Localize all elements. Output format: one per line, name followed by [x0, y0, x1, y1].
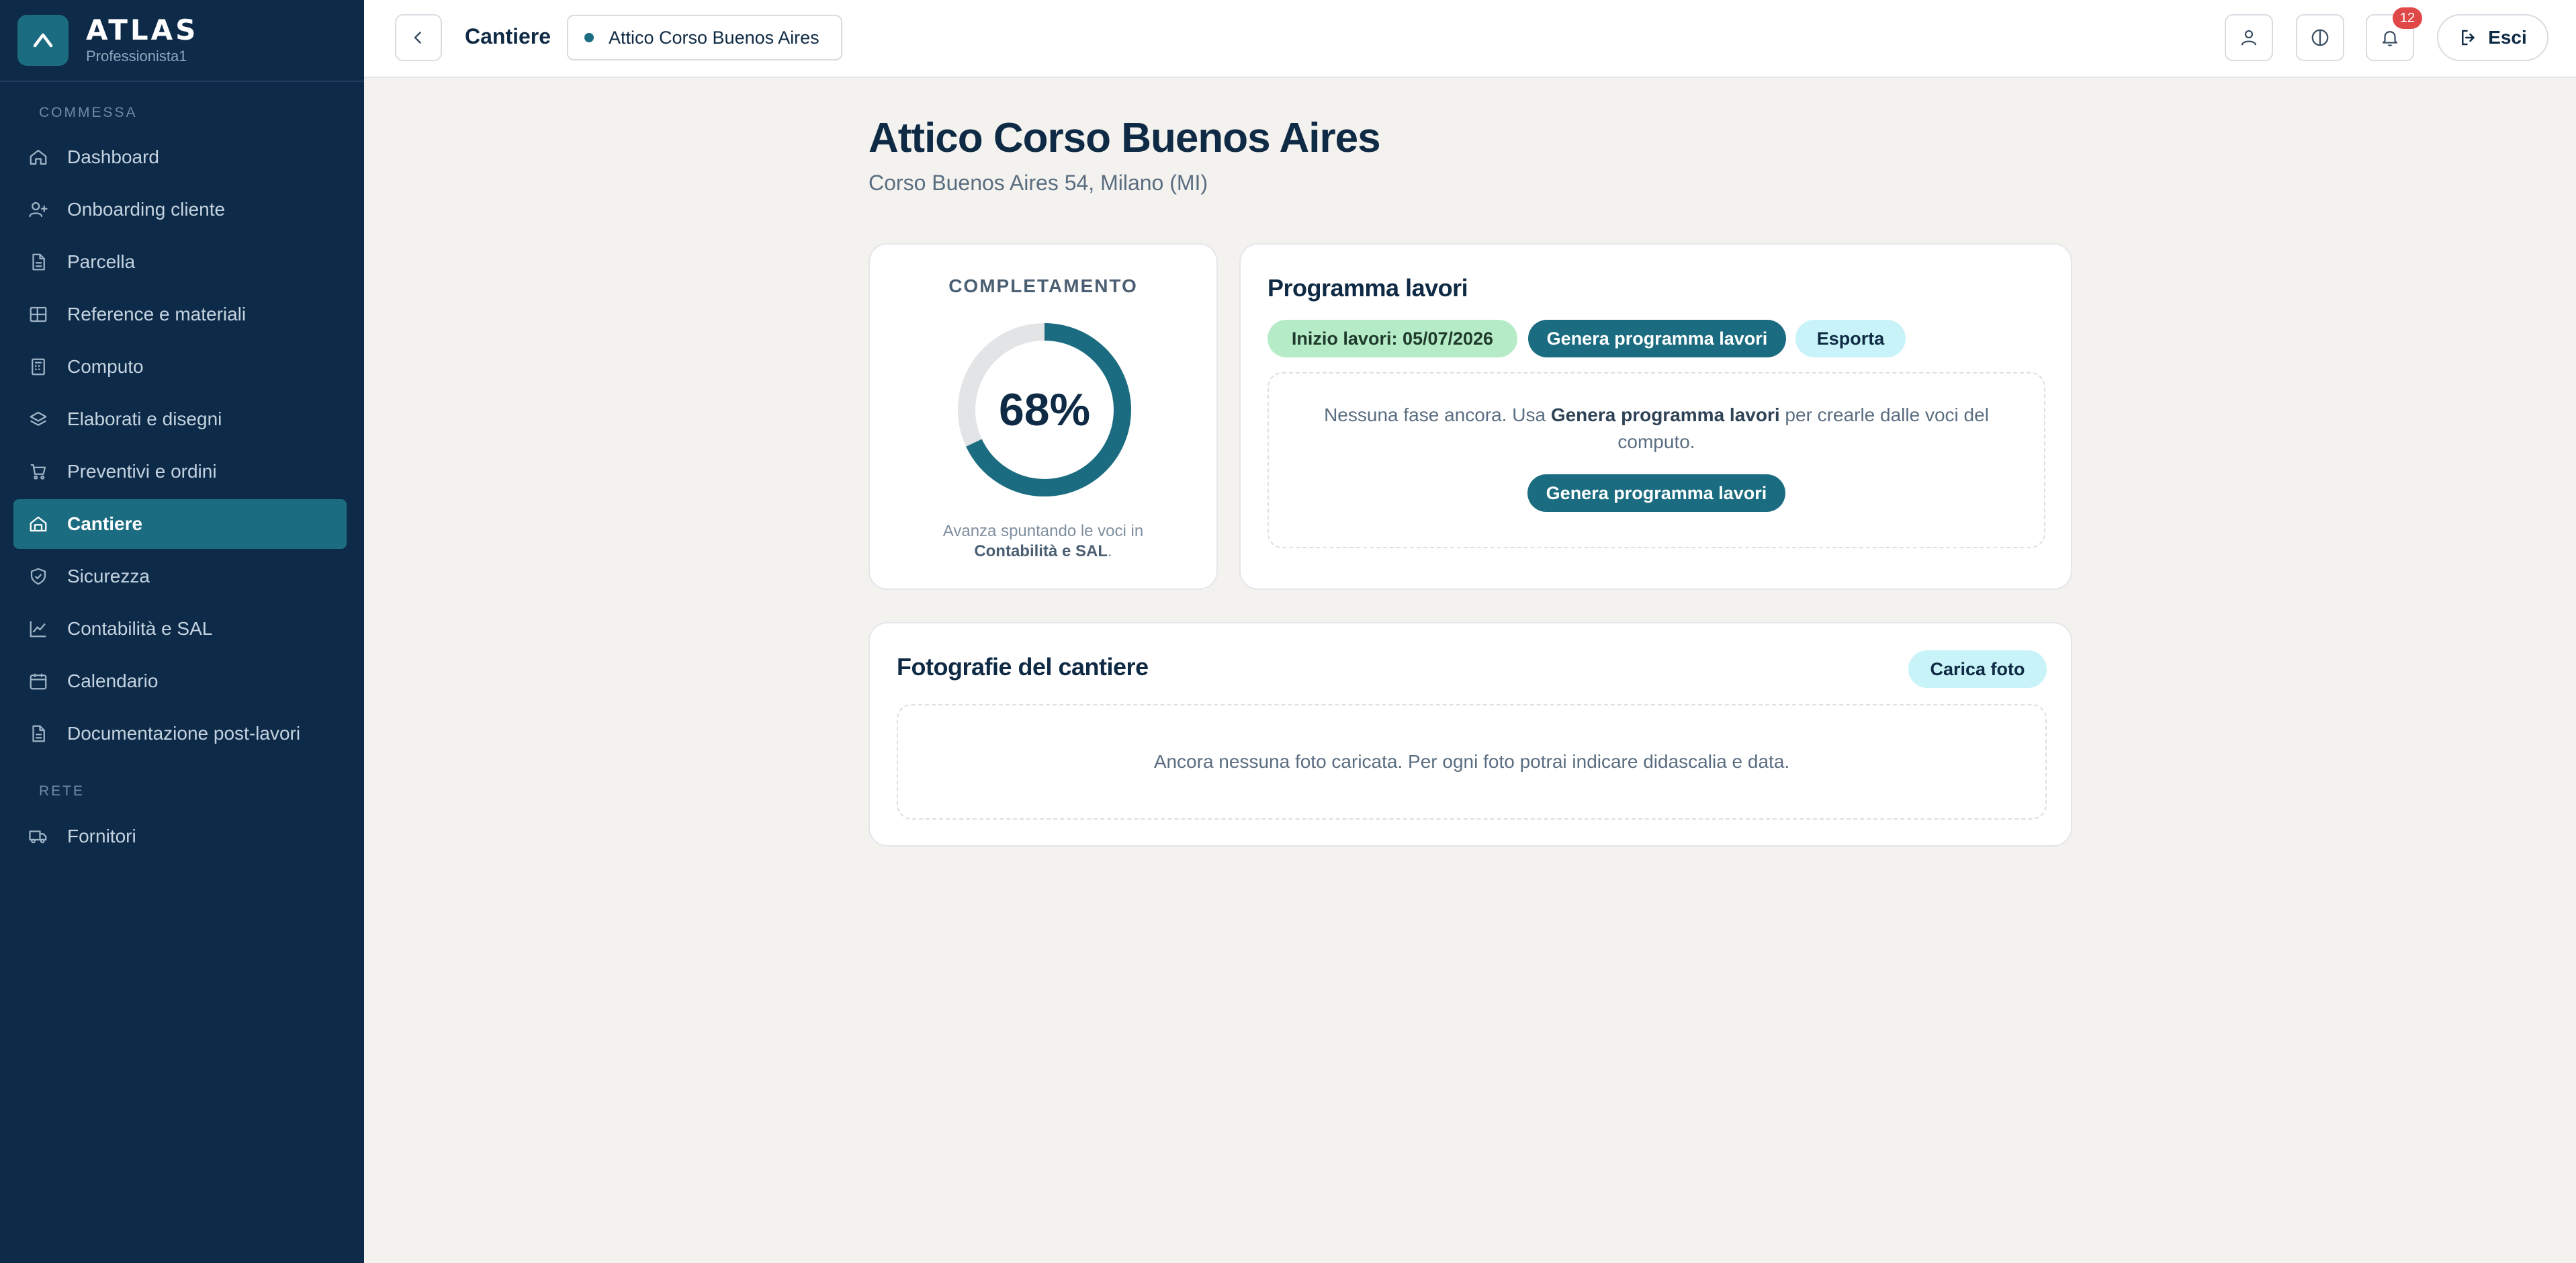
program-card: Programma lavori Inizio lavori: 05/07/20… — [1239, 243, 2072, 590]
photos-empty-state: Ancora nessuna foto caricata. Per ogni f… — [897, 704, 2047, 820]
sidebar-item-label: Calendario — [67, 670, 159, 691]
project-chip-label: Attico Corso Buenos Aires — [609, 27, 819, 48]
program-title: Programma lavori — [1268, 274, 1468, 302]
generate-program-button[interactable]: Genera programma lavori — [1528, 320, 1786, 357]
profile-button[interactable] — [2225, 14, 2273, 61]
completion-note: Avanza spuntando le voci in Contabilità … — [870, 521, 1216, 562]
sidebar-item-label: Onboarding cliente — [67, 199, 226, 220]
sidebar-item-elaborati[interactable]: Elaborati e disegni — [13, 394, 347, 444]
user-icon — [2241, 30, 2257, 46]
sidebar-item-computo[interactable]: Computo — [13, 342, 347, 392]
export-button[interactable]: Esporta — [1795, 320, 1906, 357]
cart-icon — [30, 464, 46, 480]
site-icon — [30, 516, 47, 532]
sidebar-item-sicurezza[interactable]: Sicurezza — [13, 552, 347, 601]
chevron-left-icon — [414, 32, 421, 44]
start-date-pill[interactable]: Inizio lavori: 05/07/2026 — [1268, 320, 1517, 357]
sidebar-item-calendario[interactable]: Calendario — [13, 656, 347, 706]
generate-program-button-empty[interactable]: Genera programma lavori — [1527, 474, 1785, 512]
completion-percent: 68% — [998, 384, 1091, 435]
sidebar-item-label: Computo — [67, 356, 144, 377]
photos-card: Fotografie del cantiere Carica foto Anco… — [869, 622, 2072, 846]
sidebar-item-onboarding[interactable]: Onboarding cliente — [13, 185, 347, 234]
brand-subtitle: Professionista1 — [86, 48, 187, 64]
completion-label: COMPLETAMENTO — [948, 275, 1138, 296]
document-icon — [32, 725, 45, 742]
sidebar-item-reference[interactable]: Reference e materiali — [13, 290, 347, 339]
home-icon — [30, 149, 47, 165]
sidebar-item-documentazione[interactable]: Documentazione post-lavori — [13, 709, 347, 758]
chart-line-icon — [30, 621, 46, 638]
shield-check-icon — [30, 568, 46, 585]
calendar-icon — [30, 673, 47, 690]
topbar-title: Cantiere — [465, 24, 551, 48]
brand-name: ATLAS — [86, 13, 199, 46]
status-dot-icon — [584, 33, 594, 42]
notifications-button[interactable]: 12 — [2366, 7, 2422, 61]
completion-note-text: Avanza spuntando le voci in — [942, 522, 1144, 540]
back-button[interactable] — [395, 14, 442, 61]
program-empty-state: Nessuna fase ancora. Usa Genera programm… — [1268, 372, 2045, 548]
contabilita-link[interactable]: Contabilità e SAL — [974, 542, 1108, 560]
section-label-commessa: COMMESSA — [39, 105, 138, 120]
brand[interactable]: ATLAS Professionista1 — [0, 0, 364, 82]
document-icon — [32, 253, 45, 271]
program-empty-message: Nessuna fase ancora. Usa Genera programm… — [1269, 402, 2044, 455]
notification-badge: 12 — [2393, 7, 2422, 29]
user-plus-icon — [29, 202, 48, 218]
photos-empty-message: Ancora nessuna foto caricata. Per ogni f… — [1153, 751, 1790, 772]
logout-icon — [2462, 30, 2475, 46]
atlas-logo-icon — [17, 15, 69, 66]
truck-icon — [29, 830, 47, 844]
sidebar-item-dashboard[interactable]: Dashboard — [13, 132, 347, 182]
completion-note-suffix: . — [1108, 542, 1112, 560]
sidebar-item-cantiere[interactable]: Cantiere — [13, 499, 347, 549]
layers-icon — [30, 411, 47, 426]
sidebar-item-label: Reference e materiali — [67, 304, 247, 324]
sidebar-item-label: Contabilità e SAL — [67, 618, 213, 639]
page-subtitle: Corso Buenos Aires 54, Milano (MI) — [869, 171, 1208, 195]
sidebar-item-preventivi[interactable]: Preventivi e ordini — [13, 447, 347, 496]
section-label-rete: RETE — [39, 783, 85, 799]
photos-title: Fotografie del cantiere — [897, 653, 1149, 681]
sidebar-item-label: Documentazione post-lavori — [67, 723, 301, 744]
sidebar-item-label: Fornitori — [67, 826, 136, 846]
sidebar-item-contabilita[interactable]: Contabilità e SAL — [13, 604, 347, 654]
sidebar-item-label: Parcella — [67, 251, 136, 272]
sidebar: ATLAS Professionista1 COMMESSA Dashboard… — [0, 0, 364, 1263]
logout-label: Esci — [2488, 27, 2527, 48]
sidebar-item-label: Sicurezza — [67, 566, 150, 586]
completion-card: COMPLETAMENTO 68% Avanza spuntando le vo… — [869, 243, 1218, 590]
sidebar-item-label: Elaborati e disegni — [67, 408, 222, 429]
logout-button[interactable]: Esci — [2437, 14, 2548, 61]
contrast-icon — [2311, 29, 2329, 46]
empty-text-bold: Genera programma lavori — [1550, 404, 1780, 425]
sidebar-item-label: Dashboard — [67, 146, 159, 167]
upload-photo-button[interactable]: Carica foto — [1908, 650, 2047, 688]
theme-toggle-button[interactable] — [2296, 14, 2344, 61]
grid-icon — [30, 306, 47, 322]
sidebar-item-parcella[interactable]: Parcella — [13, 237, 347, 287]
bell-icon — [2382, 31, 2398, 46]
calculator-icon — [32, 358, 45, 376]
empty-text-prefix: Nessuna fase ancora. Usa — [1324, 404, 1551, 425]
project-chip[interactable]: Attico Corso Buenos Aires — [567, 15, 842, 60]
sidebar-item-label: Cantiere — [67, 513, 143, 534]
sidebar-item-label: Preventivi e ordini — [67, 461, 217, 482]
topbar: Cantiere Attico Corso Buenos Aires 12 Es… — [364, 0, 2576, 78]
page-title: Attico Corso Buenos Aires — [869, 115, 1381, 161]
sidebar-item-fornitori[interactable]: Fornitori — [13, 812, 347, 861]
